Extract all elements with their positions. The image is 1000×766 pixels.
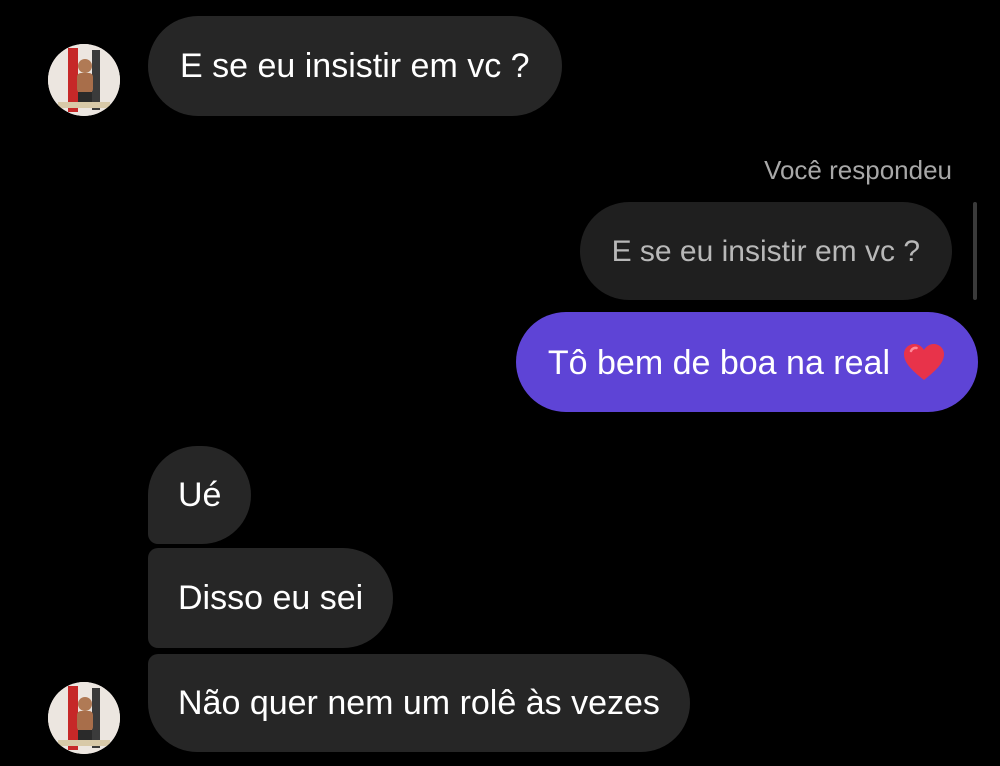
avatar-photo [48, 44, 120, 116]
avatar-photo [48, 682, 120, 754]
contact-avatar[interactable] [48, 682, 120, 754]
quoted-message-bubble[interactable]: E se eu insistir em vc ? [579, 202, 952, 300]
message-text: Disso eu sei [178, 579, 364, 617]
message-text: Não quer nem um rolê às vezes [178, 684, 660, 722]
quoted-message-text: E se eu insistir em vc ? [611, 235, 920, 268]
reply-label: Você respondeu [764, 155, 952, 185]
message-bubble[interactable]: E se eu insistir em vc ? [148, 16, 562, 116]
reply-indicator-bar [973, 202, 977, 300]
message-text: Tô bem de boa na real [547, 344, 890, 382]
contact-avatar[interactable] [48, 44, 120, 116]
message-bubble[interactable]: Disso eu sei [148, 548, 394, 648]
message-text: E se eu insistir em vc ? [180, 47, 530, 85]
message-bubble[interactable]: Ué [148, 446, 252, 544]
message-bubble-sent[interactable]: Tô bem de boa na real [515, 312, 978, 412]
message-bubble[interactable]: Não quer nem um rolê às vezes [148, 654, 690, 752]
red-heart-icon [904, 344, 944, 380]
message-text: Ué [178, 476, 222, 514]
